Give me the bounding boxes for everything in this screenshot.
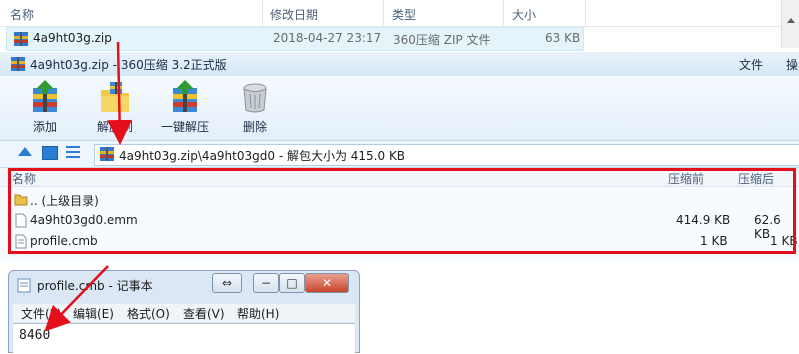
archive-title: 4a9ht03g.zip - 360压缩 3.2正式版 — [30, 58, 227, 72]
add-label: 添加 — [32, 120, 57, 134]
menu-file[interactable]: 文件(F) — [21, 305, 61, 322]
delete-icon — [243, 83, 267, 113]
notepad-menubar: 文件(F) 编辑(E) 格式(O) 查看(V) 帮助(H) — [13, 304, 355, 322]
column-modified[interactable]: 修改日期 — [270, 6, 318, 23]
notepad-title: profile.cmb - 记事本 — [37, 279, 153, 293]
zip-path-icon — [100, 147, 114, 161]
archive-titlebar[interactable]: 4a9ht03g.zip - 360压缩 3.2正式版 文件 操 — [0, 52, 799, 76]
menu-edit[interactable]: 编辑(E) — [73, 305, 114, 322]
file-name: 4a9ht03g.zip — [33, 31, 112, 45]
column-divider[interactable] — [383, 0, 384, 26]
column-name[interactable]: 名称 — [10, 6, 34, 23]
notepad-text-area[interactable]: 8460 — [13, 323, 355, 354]
menu-format[interactable]: 格式(O) — [127, 305, 170, 322]
column-divider[interactable] — [585, 0, 586, 26]
extract-to-button[interactable]: 解压到 — [88, 80, 142, 135]
notepad-content: 8460 — [19, 328, 51, 343]
column-type[interactable]: 类型 — [392, 6, 416, 23]
file-row[interactable]: 4a9ht03g.zip 2018-04-27 23:17 360压缩 ZIP … — [6, 27, 584, 51]
menu-operate[interactable]: 操 — [786, 56, 798, 73]
notepad-window: profile.cmb - 记事本 ⇔ − □ ✕ 文件(F) 编辑(E) 格式… — [8, 270, 360, 354]
column-size[interactable]: 大小 — [512, 6, 536, 23]
close-button[interactable]: ✕ — [305, 273, 349, 293]
add-button[interactable]: 添加 — [18, 80, 72, 135]
restore-icon[interactable]: ⇔ — [212, 273, 242, 293]
delete-button[interactable]: 删除 — [228, 80, 282, 135]
view-list-icon[interactable] — [66, 146, 80, 158]
file-size: 63 KB — [545, 31, 581, 45]
zip-app-icon — [11, 57, 25, 71]
maximize-button[interactable]: □ — [279, 273, 305, 293]
add-archive-icon — [33, 80, 57, 112]
column-divider[interactable] — [262, 0, 263, 26]
file-modified: 2018-04-27 23:17 — [273, 31, 382, 45]
address-field[interactable]: 4a9ht03g.zip\4a9ht03gd0 - 解包大小为 415.0 KB — [94, 144, 799, 166]
menu-view[interactable]: 查看(V) — [183, 305, 225, 322]
up-level-icon[interactable] — [18, 147, 32, 156]
highlight-box — [8, 168, 796, 254]
minimize-button[interactable]: − — [253, 273, 279, 293]
column-divider[interactable] — [503, 0, 504, 26]
one-click-extract-button[interactable]: 一键解压 — [158, 80, 212, 135]
menu-help[interactable]: 帮助(H) — [237, 305, 279, 322]
explorer-scrollbar[interactable] — [781, 0, 799, 48]
zip-file-icon — [14, 32, 28, 46]
view-large-icon[interactable] — [42, 146, 58, 160]
notepad-icon — [17, 278, 31, 293]
file-type: 360压缩 ZIP 文件 — [393, 33, 491, 47]
extract-to-icon — [101, 82, 129, 112]
delete-label: 删除 — [242, 120, 267, 134]
one-click-extract-icon — [173, 80, 197, 112]
explorer-column-header: 名称 修改日期 类型 大小 — [0, 0, 799, 27]
menu-file[interactable]: 文件 — [739, 56, 763, 73]
address-path: 4a9ht03g.zip\4a9ht03gd0 - 解包大小为 415.0 KB — [119, 149, 406, 163]
one-click-extract-label: 一键解压 — [160, 120, 209, 134]
extract-to-label: 解压到 — [96, 120, 133, 134]
scroll-up-icon[interactable] — [787, 18, 795, 23]
